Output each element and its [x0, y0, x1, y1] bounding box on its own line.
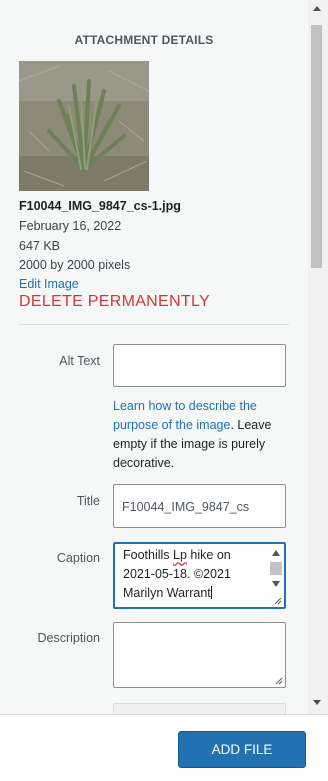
description-textarea[interactable]: [113, 622, 286, 688]
text-cursor: [210, 586, 212, 599]
attachment-thumbnail[interactable]: [19, 61, 149, 191]
alt-text-input[interactable]: [113, 344, 286, 387]
scroll-up-arrow-icon[interactable]: [272, 550, 280, 556]
plant-photo-image: [19, 61, 149, 191]
upload-date: February 16, 2022: [19, 219, 122, 233]
title-value: F10044_IMG_9847_cs: [122, 500, 250, 514]
title-label: Title: [76, 494, 100, 508]
resize-grip-icon[interactable]: [275, 677, 283, 685]
image-dimensions: 2000 by 2000 pixels: [19, 258, 131, 272]
panel-scroll-thumb[interactable]: [311, 25, 322, 268]
attachment-details-panel: ATTACHMENT DETAILS F10044_IMG_9847_cs-1.…: [0, 0, 309, 714]
delete-permanently-link[interactable]: DELETE PERMANENTLY: [19, 293, 210, 311]
caption-textarea[interactable]: Foothills Lp hike on 2021-05-18. ©2021 M…: [113, 542, 286, 609]
description-label: Description: [37, 631, 100, 645]
file-size: 647 KB: [19, 239, 61, 253]
attachment-filename: F10044_IMG_9847_cs-1.jpg: [19, 199, 181, 213]
caption-label: Caption: [56, 551, 100, 565]
media-toolbar: ADD FILE: [0, 714, 328, 781]
alt-text-label: Alt Text: [59, 354, 100, 368]
next-field-partial[interactable]: [113, 703, 286, 714]
scroll-up-arrow-icon[interactable]: [313, 6, 321, 11]
scroll-down-arrow-icon[interactable]: [272, 581, 280, 587]
add-file-button[interactable]: ADD FILE: [178, 731, 306, 768]
divider: [19, 324, 289, 325]
caption-misspelled-word: Lp: [173, 548, 187, 562]
scroll-down-arrow-icon[interactable]: [313, 700, 321, 705]
caption-scroll-thumb[interactable]: [270, 562, 282, 575]
resize-grip-icon[interactable]: [274, 597, 282, 605]
title-input[interactable]: F10044_IMG_9847_cs: [113, 484, 286, 528]
panel-heading: ATTACHMENT DETAILS: [74, 33, 214, 47]
panel-scrollbar[interactable]: [308, 0, 328, 714]
edit-image-link[interactable]: Edit Image: [19, 277, 79, 291]
caption-text-part: Foothills: [123, 548, 174, 562]
alt-text-help: Learn how to describe the purpose of the…: [113, 397, 291, 473]
